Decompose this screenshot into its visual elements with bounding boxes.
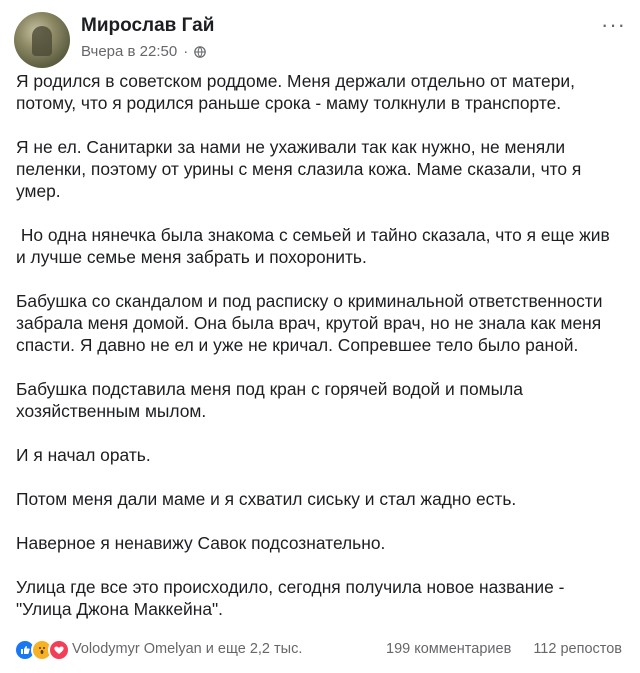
post-footer: Volodymyr Omelyan и еще 2,2 тыс. 199 ком… xyxy=(14,638,626,662)
post-paragraph: Наверное я ненавижу Савок подсознательно… xyxy=(16,533,386,553)
post-paragraph: Я не ел. Санитарки за нами не ухаживали … xyxy=(16,137,587,201)
author-name[interactable]: Мирослав Гай xyxy=(81,15,214,37)
post-body: Я родился в советском роддоме. Меня держ… xyxy=(16,70,620,642)
post-paragraph: Потом меня дали маме и я схватил сиську … xyxy=(16,489,517,509)
avatar-figure xyxy=(32,26,52,56)
more-icon[interactable]: ··· xyxy=(601,14,626,36)
love-icon xyxy=(48,639,70,661)
globe-icon[interactable] xyxy=(194,45,207,58)
post-header: Мирослав Гай Вчера в 22:50 · ··· xyxy=(14,12,626,68)
reactions-summary[interactable] xyxy=(14,639,70,661)
reactions-count[interactable]: Volodymyr Omelyan и еще 2,2 тыс. xyxy=(72,641,302,657)
post-paragraph: Бабушка подставила меня под кран с горяч… xyxy=(16,379,528,421)
post-paragraph: И я начал орать. xyxy=(16,445,151,465)
post-paragraph: Улица где все это происходило, сегодня п… xyxy=(16,577,570,619)
meta-separator: · xyxy=(183,43,189,60)
post-timestamp[interactable]: Вчера в 22:50 xyxy=(81,43,177,60)
comments-count[interactable]: 199 комментариев xyxy=(386,641,511,657)
avatar[interactable] xyxy=(14,12,70,68)
post-paragraph: Но одна нянечка была знакома с семьей и … xyxy=(16,225,615,267)
post-meta: Вчера в 22:50 · xyxy=(81,43,207,60)
post-paragraph: Бабушка со скандалом и под расписку о кр… xyxy=(16,291,608,355)
shares-count[interactable]: 112 репостов xyxy=(533,641,622,657)
post-paragraph: Я родился в советском роддоме. Меня держ… xyxy=(16,71,580,113)
